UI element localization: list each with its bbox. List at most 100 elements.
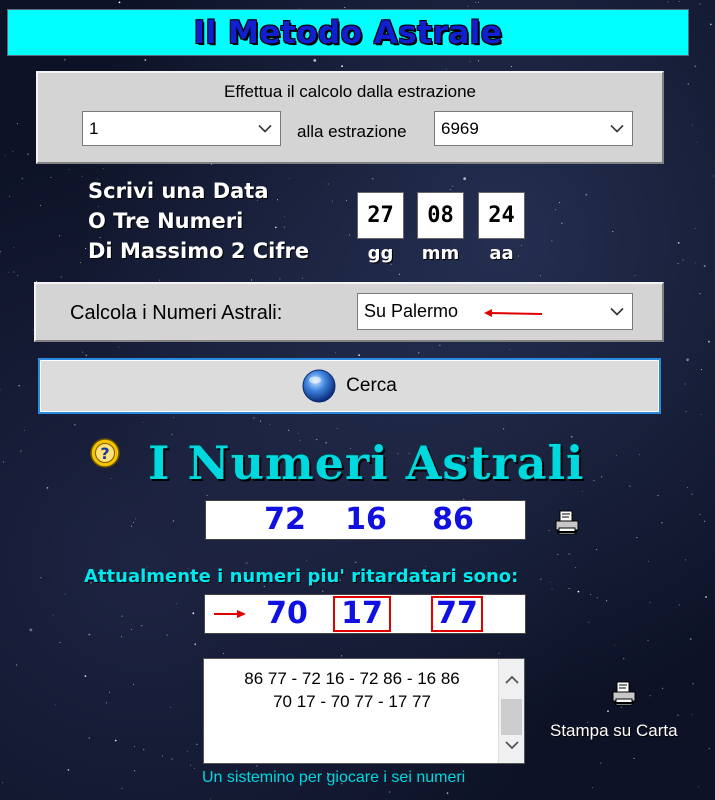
star: [144, 59, 147, 61]
star: [21, 177, 24, 180]
astral-numbers-box: 72 16 86: [205, 500, 526, 540]
star: [678, 604, 680, 606]
combinations-list[interactable]: 86 77 - 72 16 - 72 86 - 16 86 70 17 - 70…: [203, 658, 525, 764]
star: [251, 279, 252, 281]
star: [50, 176, 52, 178]
star: [60, 276, 62, 278]
star: [0, 251, 1, 253]
star: [449, 189, 451, 191]
print-on-paper-label[interactable]: Stampa su Carta: [550, 721, 678, 741]
day-field[interactable]: 27: [357, 192, 404, 239]
star: [704, 520, 706, 522]
star: [114, 739, 117, 742]
star: [467, 5, 469, 7]
star: [327, 183, 329, 185]
star: [555, 209, 557, 211]
star: [88, 633, 91, 636]
star: [159, 279, 161, 281]
list-item: 86 77 - 72 16 - 72 86 - 16 86: [244, 669, 460, 688]
search-button[interactable]: Cerca: [38, 358, 661, 414]
star: [647, 640, 649, 642]
results-title: I Numeri Astrali: [148, 436, 585, 490]
star: [132, 684, 134, 686]
star: [445, 68, 447, 70]
star: [687, 83, 689, 85]
star: [192, 612, 195, 615]
star: [561, 222, 563, 224]
star: [503, 428, 505, 430]
star: [661, 522, 663, 524]
star: [109, 691, 110, 693]
app-title-bar: Il Metodo Astrale: [7, 9, 689, 56]
year-field[interactable]: 24: [478, 192, 525, 239]
star: [341, 65, 343, 68]
star: [190, 764, 192, 766]
star: [3, 461, 5, 463]
late-number-highlighted: 17: [333, 596, 391, 632]
star: [551, 588, 553, 590]
wheel-panel: Calcola i Numeri Astrali: Su Palermo: [34, 282, 664, 342]
star: [81, 175, 83, 177]
extraction-caption: Effettua il calcolo dalla estrazione: [223, 82, 476, 101]
star: [684, 383, 686, 385]
printer-icon[interactable]: [553, 509, 581, 537]
star: [194, 643, 197, 646]
extraction-to-label: alla estrazione: [297, 122, 407, 141]
star: [297, 432, 299, 434]
extraction-to-select[interactable]: 6969: [434, 111, 633, 146]
star: [336, 428, 338, 429]
star: [73, 423, 76, 426]
extraction-from-value: 1: [89, 118, 99, 138]
star: [694, 65, 697, 68]
star: [612, 231, 614, 233]
star: [133, 522, 134, 523]
star: [596, 549, 598, 550]
star: [574, 567, 576, 568]
extraction-from-select[interactable]: 1: [82, 111, 281, 146]
star: [677, 242, 680, 244]
wheel-selected-value: Su Palermo: [364, 301, 459, 321]
star: [694, 262, 696, 264]
star: [142, 421, 144, 423]
star: [121, 636, 123, 638]
star: [478, 60, 480, 62]
star: [82, 351, 84, 353]
star: [475, 1, 477, 3]
chevron-down-icon: [610, 124, 624, 133]
star: [186, 751, 188, 752]
star: [648, 560, 649, 562]
star: [389, 791, 391, 793]
star: [118, 1, 121, 4]
star: [585, 193, 588, 196]
star: [548, 530, 550, 532]
list-scrollbar[interactable]: [498, 659, 524, 763]
star: [171, 758, 173, 760]
star: [439, 344, 441, 346]
chevron-down-icon: [258, 124, 272, 133]
star: [7, 271, 9, 273]
chevron-down-icon: [610, 307, 624, 316]
star: [687, 486, 689, 488]
star: [84, 675, 87, 677]
star: [559, 202, 561, 204]
star: [678, 1, 680, 2]
scroll-thumb[interactable]: [501, 699, 522, 735]
star: [657, 494, 659, 496]
star: [511, 66, 513, 68]
star: [708, 340, 710, 343]
star: [105, 702, 107, 704]
help-icon[interactable]: ?: [89, 437, 121, 469]
star: [260, 420, 261, 422]
printer-icon[interactable]: [610, 680, 638, 708]
star: [568, 553, 570, 555]
star: [677, 263, 679, 265]
star: [131, 525, 132, 527]
wheel-select[interactable]: Su Palermo: [357, 293, 633, 330]
month-field[interactable]: 08: [417, 192, 464, 239]
star: [557, 553, 559, 555]
star: [596, 597, 598, 599]
chevron-up-icon[interactable]: [505, 675, 519, 684]
chevron-down-icon[interactable]: [505, 741, 519, 750]
star: [121, 788, 123, 789]
star: [13, 247, 15, 249]
